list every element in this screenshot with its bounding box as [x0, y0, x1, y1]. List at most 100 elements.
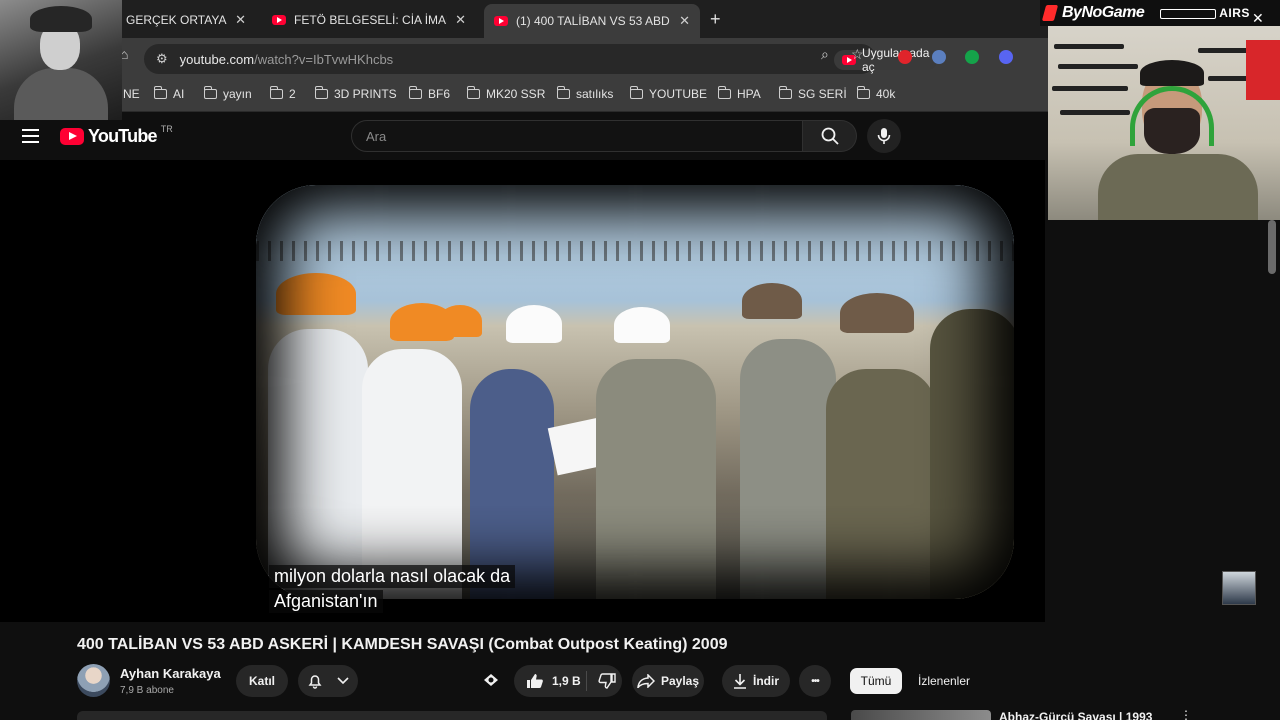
new-tab-button[interactable]: +: [710, 9, 721, 30]
microphone-icon: [877, 128, 891, 144]
url-host: youtube.com: [179, 51, 255, 67]
bookmark-label: 40k: [876, 87, 896, 101]
like-count: 1,9 B: [552, 674, 581, 688]
divider: [586, 671, 587, 691]
chip-all[interactable]: Tümü: [850, 668, 902, 694]
bookmark-label: satılıks: [576, 87, 614, 101]
tab-label: FETÖ BELGESELİ: CİA İMAMI - Y: [294, 13, 447, 27]
bookmark-folder[interactable]: 40k: [856, 86, 896, 101]
download-label: İndir: [753, 674, 779, 688]
folder-icon: [408, 86, 422, 99]
youtube-logo[interactable]: YouTube TR: [60, 123, 173, 147]
folder-icon: [314, 86, 328, 99]
share-label: Paylaş: [660, 674, 700, 688]
dislike-button[interactable]: [598, 673, 616, 692]
scrollbar-thumb[interactable]: [1268, 220, 1276, 274]
youtube-favicon-icon: [494, 16, 508, 26]
bookmark-folder[interactable]: SG SERİ: [778, 86, 847, 101]
open-in-app-button[interactable]: Uygulamada aç: [834, 46, 938, 74]
bookmark-folder[interactable]: MK20 SSR: [466, 86, 545, 101]
mini-thumbnail[interactable]: [1222, 571, 1256, 605]
bookmark-label: SG SERİ: [798, 87, 847, 101]
notification-bell-button[interactable]: [298, 665, 358, 697]
description-box[interactable]: [77, 711, 827, 720]
like-button[interactable]: 1,9 B: [526, 673, 581, 689]
url-bar[interactable]: ⚙ youtube.com/watch?v=IbTvwHKhcbs Uygula…: [144, 44, 938, 74]
tab-label: GERÇEK ORTAYA ÇIK: [126, 13, 227, 27]
recommended-title[interactable]: Abhaz-Gürcü Savaşı | 1993: [999, 710, 1152, 720]
gift-icon[interactable]: [482, 671, 500, 694]
subtitle-line: milyon dolarla nasıl olacak da: [269, 565, 516, 588]
folder-icon: [629, 86, 643, 99]
bookmark-folder[interactable]: 2: [269, 86, 296, 101]
brand-mark-icon: [1160, 8, 1217, 19]
bookmark-label: 3D PRINTS: [334, 87, 397, 101]
country-code: TR: [160, 123, 173, 134]
bell-icon: [308, 675, 322, 689]
close-icon[interactable]: ✕: [235, 12, 246, 28]
zoom-icon[interactable]: ⌕: [821, 46, 829, 63]
search-box: [351, 120, 857, 152]
grammarly-icon[interactable]: [965, 50, 979, 64]
search-input[interactable]: [351, 120, 803, 152]
bookmark-folder[interactable]: YOUTUBE: [629, 86, 708, 101]
menu-icon[interactable]: [22, 129, 39, 143]
tab-gercek[interactable]: GERÇEK ORTAYA ÇIK ✕: [116, 6, 256, 34]
channel-name[interactable]: Ayhan Karakaya: [120, 666, 221, 681]
video-frame[interactable]: [256, 185, 1014, 599]
brand-airs: AIRS: [1160, 6, 1250, 20]
bookmark-folder[interactable]: satılıks: [556, 86, 614, 101]
share-button[interactable]: Paylaş: [632, 665, 704, 697]
chip-watched[interactable]: İzlenenler: [910, 668, 978, 694]
tab-active-taliban[interactable]: (1) 400 TALİBAN VS 53 ABD ASK ✕: [484, 4, 700, 38]
bynogame-logo-icon: [1041, 5, 1059, 21]
webcam-overlay: [1048, 26, 1280, 220]
close-icon[interactable]: ✕: [1252, 10, 1264, 27]
bookmark-item[interactable]: NE: [123, 87, 140, 101]
tab-label: (1) 400 TALİBAN VS 53 ABD ASK: [516, 14, 671, 28]
more-actions-button[interactable]: •••: [799, 665, 831, 697]
download-button[interactable]: İndir: [722, 665, 790, 697]
folder-icon: [203, 86, 217, 99]
bookmark-folder[interactable]: yayın: [203, 86, 252, 101]
logo-text: YouTube: [88, 126, 158, 146]
voice-search-button[interactable]: [867, 119, 901, 153]
youtube-play-icon: [60, 128, 84, 145]
more-vertical-icon[interactable]: ⋮: [1180, 708, 1192, 720]
subscriber-count: 7,9 B abone: [120, 685, 174, 696]
bookmark-label: YOUTUBE: [649, 87, 708, 101]
bookmark-label: 2: [289, 87, 296, 101]
url-path: /watch?v=IbTvwHKhcbs: [254, 51, 394, 67]
thumb-down-icon: [598, 673, 616, 689]
bookmark-folder[interactable]: 3D PRINTS: [314, 86, 397, 101]
open-in-app-label: Uygulamada aç: [862, 46, 930, 74]
join-button[interactable]: Katıl: [236, 665, 288, 697]
recommended-thumbnail[interactable]: [851, 710, 991, 720]
bookmark-folder[interactable]: HPA: [717, 86, 761, 101]
download-icon: [734, 674, 746, 689]
search-button[interactable]: [803, 120, 857, 152]
youtube-favicon-icon: [272, 15, 286, 25]
extension-icon[interactable]: [932, 50, 946, 64]
portrait-overlay: [0, 0, 122, 120]
bookmark-label: BF6: [428, 87, 451, 101]
folder-icon: [556, 86, 570, 99]
folder-icon: [466, 86, 480, 99]
stream-brand-bar: ByNoGame AIRS: [1040, 0, 1280, 26]
close-icon[interactable]: ✕: [455, 12, 466, 28]
tab-feto[interactable]: FETÖ BELGESELİ: CİA İMAMI - Y ✕: [262, 6, 476, 34]
folder-icon: [269, 86, 283, 99]
extension-icon[interactable]: [898, 50, 912, 64]
discord-icon[interactable]: [999, 50, 1013, 64]
url-text[interactable]: youtube.com/watch?v=IbTvwHKhcbs: [180, 52, 394, 67]
bookmark-folder[interactable]: BF6: [408, 86, 451, 101]
close-icon[interactable]: ✕: [679, 13, 690, 29]
site-settings-icon[interactable]: ⚙: [156, 51, 168, 67]
channel-avatar[interactable]: [77, 664, 110, 697]
folder-icon: [778, 86, 792, 99]
bookmark-folder[interactable]: AI: [153, 86, 184, 101]
screen: GERÇEK ORTAYA ÇIK ✕ FETÖ BELGESELİ: CİA …: [0, 0, 1280, 720]
bookmark-star-icon[interactable]: ☆: [851, 46, 864, 63]
share-icon: [637, 674, 655, 688]
chip-label: Tümü: [860, 674, 892, 688]
